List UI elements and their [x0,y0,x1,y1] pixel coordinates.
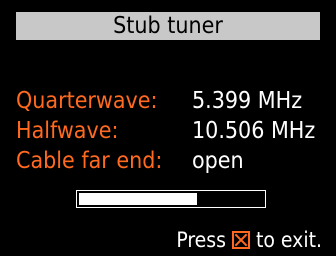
progress-bar [76,190,266,208]
exit-hint: Press to exit. [176,226,322,254]
progress-bar-fill [79,193,197,205]
halfwave-value: 10.506 MHz [192,118,316,144]
exit-hint-suffix: to exit. [255,228,322,252]
screen-title: Stub tuner [16,12,320,40]
quarterwave-value: 5.399 MHz [192,88,303,114]
cable-far-end-value: open [192,148,244,174]
exit-hint-prefix: Press [176,228,226,252]
quarterwave-label: Quarterwave: [16,88,158,114]
x-button-icon [231,231,250,249]
cable-far-end-label: Cable far end: [16,148,163,174]
halfwave-label: Halfwave: [16,118,119,144]
